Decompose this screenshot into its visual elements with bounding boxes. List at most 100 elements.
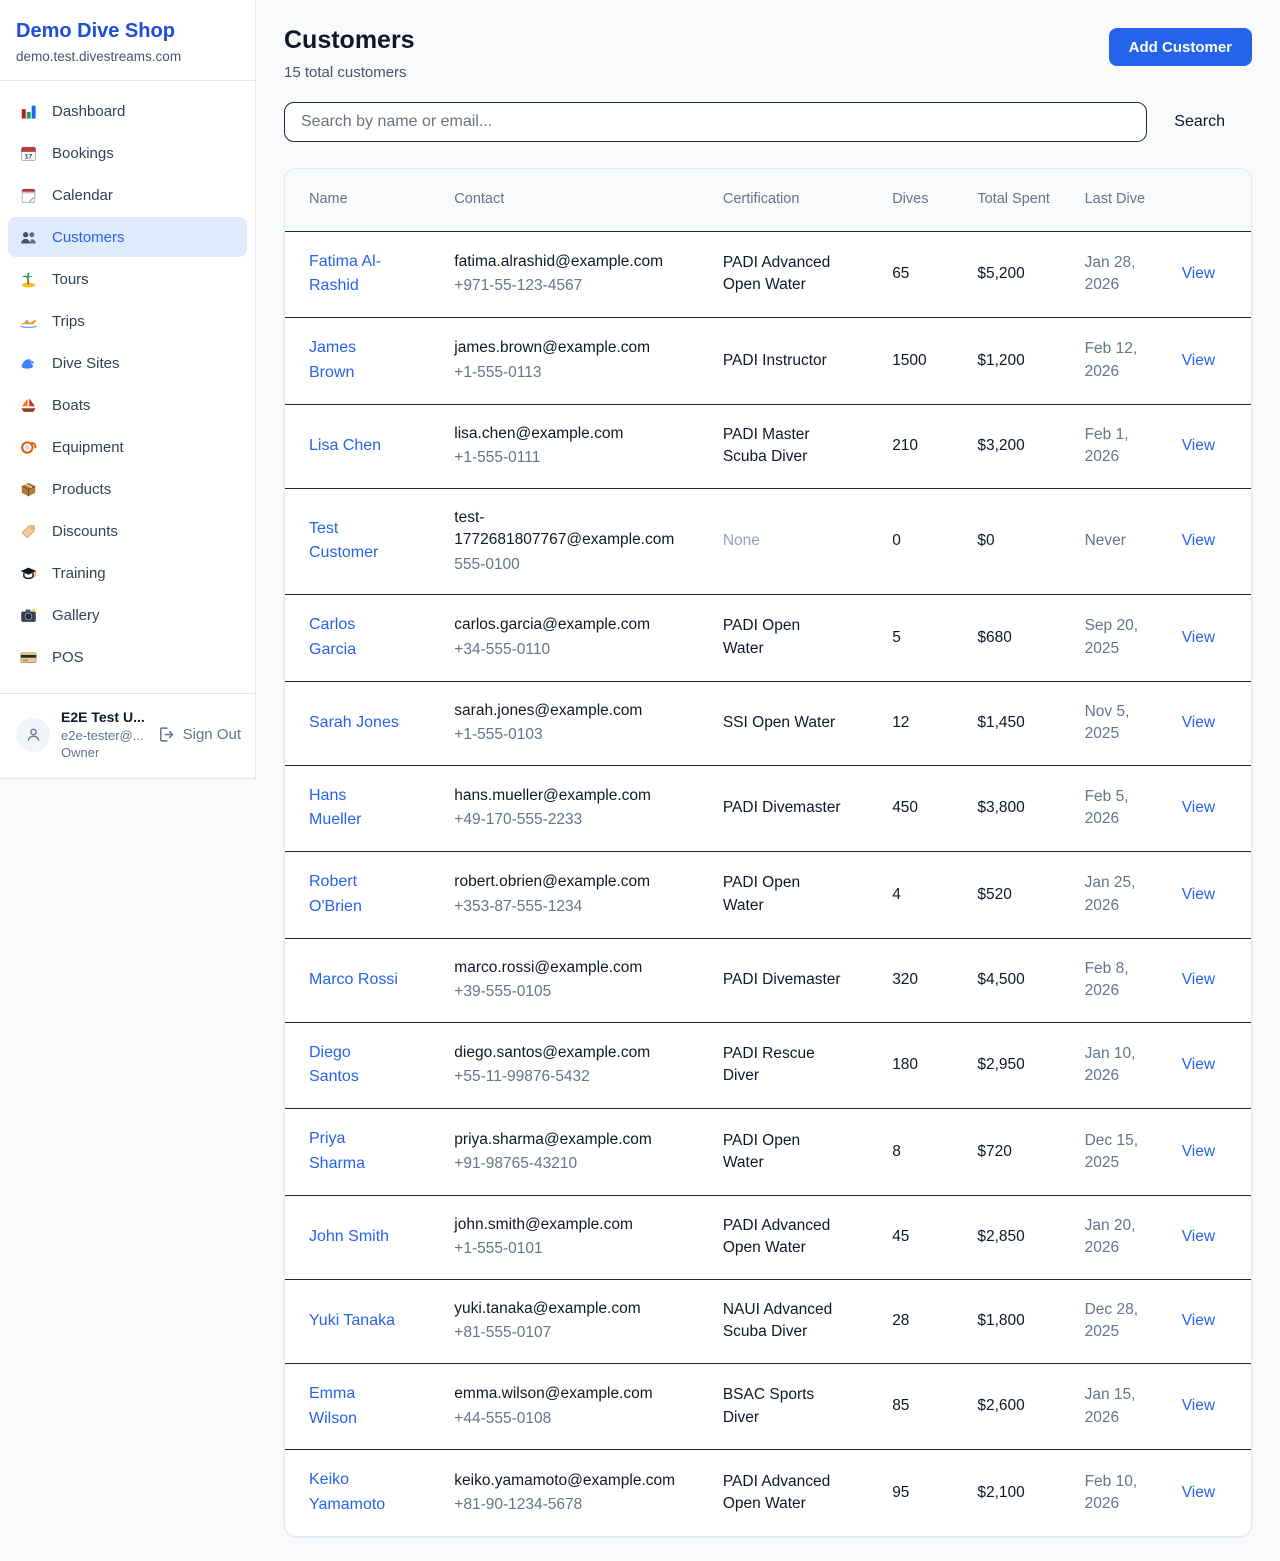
customer-name-link[interactable]: Fatima Al-Rashid: [309, 253, 381, 295]
view-link[interactable]: View: [1182, 1143, 1215, 1160]
user-section: E2E Test U... e2e-tester@... Owner Sign …: [0, 693, 255, 778]
customer-name-link[interactable]: Priya Sharma: [309, 1130, 365, 1172]
sidebar-item-dashboard[interactable]: Dashboard: [8, 91, 247, 131]
sidebar-item-label: Equipment: [52, 439, 124, 456]
customer-phone: +55-11-99876-5432: [454, 1066, 679, 1088]
customer-phone: +1-555-0101: [454, 1238, 679, 1260]
customer-phone: +49-170-555-2233: [454, 809, 679, 831]
customer-total-spent: $2,600: [977, 1397, 1024, 1414]
customer-email: hans.mueller@example.com: [454, 785, 679, 807]
customer-total-spent: $2,100: [977, 1484, 1024, 1501]
sidebar-item-boats[interactable]: Boats: [8, 385, 247, 425]
view-link[interactable]: View: [1182, 799, 1215, 816]
add-customer-button[interactable]: Add Customer: [1109, 28, 1252, 66]
table-row: John Smith john.smith@example.com +1-555…: [285, 1195, 1251, 1279]
customer-dives: 85: [892, 1397, 909, 1414]
wave-icon: [18, 353, 38, 373]
customer-name-link[interactable]: Yuki Tanaka: [309, 1312, 395, 1329]
customer-last-dive: Feb 5, 2026: [1085, 788, 1129, 827]
sidebar-item-equipment[interactable]: Equipment: [8, 427, 247, 467]
customer-certification: PADI Rescue Diver: [723, 1045, 815, 1084]
customer-total-spent: $1,450: [977, 714, 1024, 731]
sidebar: Demo Dive Shop demo.test.divestreams.com…: [0, 0, 256, 779]
customer-dives: 65: [892, 265, 909, 282]
view-link[interactable]: View: [1182, 886, 1215, 903]
customer-email: priya.sharma@example.com: [454, 1129, 679, 1151]
table-row: Robert O'Brien robert.obrien@example.com…: [285, 852, 1251, 939]
page-header: Customers 15 total customers Add Custome…: [284, 26, 1252, 81]
view-link[interactable]: View: [1182, 1397, 1215, 1414]
customer-last-dive: Jan 10, 2026: [1085, 1045, 1136, 1084]
customer-name-link[interactable]: James Brown: [309, 339, 356, 381]
brand-name: Demo Dive Shop: [16, 20, 239, 43]
sidebar-item-products[interactable]: Products: [8, 469, 247, 509]
customer-name-link[interactable]: Emma Wilson: [309, 1385, 357, 1427]
customer-name-link[interactable]: Hans Mueller: [309, 787, 361, 829]
table-row: James Brown james.brown@example.com +1-5…: [285, 318, 1251, 405]
customer-name-link[interactable]: Robert O'Brien: [309, 873, 362, 915]
customer-name-link[interactable]: Test Customer: [309, 520, 378, 562]
table-row: Priya Sharma priya.sharma@example.com +9…: [285, 1109, 1251, 1196]
app-layout: Demo Dive Shop demo.test.divestreams.com…: [0, 0, 1280, 1561]
customer-total-spent: $520: [977, 886, 1011, 903]
customer-dives: 5: [892, 629, 901, 646]
sidebar-item-trips[interactable]: Trips: [8, 301, 247, 341]
search-button[interactable]: Search: [1147, 113, 1252, 131]
customer-email: john.smith@example.com: [454, 1214, 679, 1236]
view-link[interactable]: View: [1182, 1228, 1215, 1245]
customer-total-spent: $4,500: [977, 971, 1024, 988]
customer-name-link[interactable]: Marco Rossi: [309, 971, 398, 988]
page-subtitle: 15 total customers: [284, 64, 415, 81]
sidebar-item-label: Calendar: [52, 187, 113, 204]
view-link[interactable]: View: [1182, 1312, 1215, 1329]
customer-phone: +353-87-555-1234: [454, 896, 679, 918]
sidebar-item-training[interactable]: Training: [8, 553, 247, 593]
customer-name-link[interactable]: John Smith: [309, 1228, 389, 1245]
sidebar-item-label: Training: [52, 565, 106, 582]
customer-certification: PADI Advanced Open Water: [723, 1217, 830, 1256]
sidebar-item-discounts[interactable]: Discounts: [8, 511, 247, 551]
main-content: Customers 15 total customers Add Custome…: [256, 0, 1280, 1561]
view-link[interactable]: View: [1182, 265, 1215, 282]
customer-total-spent: $680: [977, 629, 1011, 646]
diving-mask-icon: [18, 437, 38, 457]
view-link[interactable]: View: [1182, 714, 1215, 731]
view-link[interactable]: View: [1182, 1056, 1215, 1073]
sidebar-item-pos[interactable]: POS: [8, 637, 247, 677]
customer-phone: +971-55-123-4567: [454, 275, 679, 297]
table-row: Sarah Jones sarah.jones@example.com +1-5…: [285, 681, 1251, 765]
customer-last-dive: Jan 15, 2026: [1085, 1386, 1136, 1425]
customer-total-spent: $5,200: [977, 265, 1024, 282]
customer-dives: 0: [892, 532, 901, 549]
table-row: Yuki Tanaka yuki.tanaka@example.com +81-…: [285, 1279, 1251, 1363]
view-link[interactable]: View: [1182, 1484, 1215, 1501]
table-row: Keiko Yamamoto keiko.yamamoto@example.co…: [285, 1450, 1251, 1536]
sign-out-button[interactable]: Sign Out: [157, 725, 241, 745]
customer-name-link[interactable]: Keiko Yamamoto: [309, 1471, 385, 1513]
customer-name-link[interactable]: Diego Santos: [309, 1044, 359, 1086]
customer-certification: PADI Divemaster: [723, 799, 841, 816]
customer-phone: 555-0100: [454, 554, 679, 576]
tear-off-calendar-icon: [18, 185, 38, 205]
sidebar-item-customers[interactable]: Customers: [8, 217, 247, 257]
customer-name-link[interactable]: Lisa Chen: [309, 437, 381, 454]
sidebar-item-dive-sites[interactable]: Dive Sites: [8, 343, 247, 383]
customer-name-link[interactable]: Carlos Garcia: [309, 616, 356, 658]
sidebar-item-bookings[interactable]: 17 Bookings: [8, 133, 247, 173]
view-link[interactable]: View: [1182, 629, 1215, 646]
sidebar-nav: Dashboard 17 Bookings Calendar Customers…: [0, 81, 255, 693]
search-input[interactable]: [284, 102, 1147, 142]
view-link[interactable]: View: [1182, 437, 1215, 454]
sidebar-item-tours[interactable]: Tours: [8, 259, 247, 299]
sidebar-item-calendar[interactable]: Calendar: [8, 175, 247, 215]
customer-name-link[interactable]: Sarah Jones: [309, 714, 399, 731]
customer-email: fatima.alrashid@example.com: [454, 251, 679, 273]
customer-email: james.brown@example.com: [454, 337, 679, 359]
view-link[interactable]: View: [1182, 532, 1215, 549]
people-icon: [18, 227, 38, 247]
view-link[interactable]: View: [1182, 971, 1215, 988]
view-link[interactable]: View: [1182, 352, 1215, 369]
customer-email: keiko.yamamoto@example.com: [454, 1470, 679, 1492]
sidebar-item-gallery[interactable]: Gallery: [8, 595, 247, 635]
customer-total-spent: $2,950: [977, 1056, 1024, 1073]
